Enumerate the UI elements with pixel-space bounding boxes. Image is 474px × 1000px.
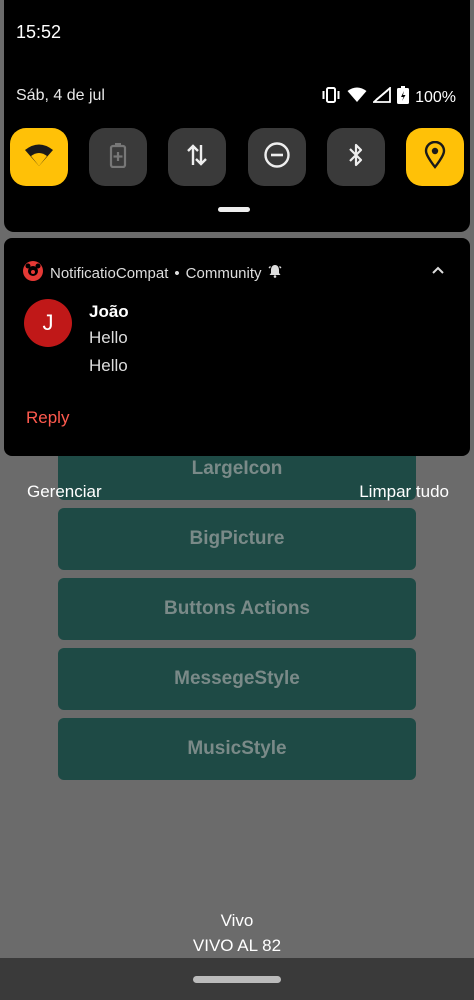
wifi-status-icon: [347, 87, 367, 108]
location-icon: [424, 140, 446, 174]
sender-name: João: [89, 302, 129, 321]
app-icon: [22, 260, 44, 286]
data-arrows-icon: [185, 142, 209, 173]
location-tile[interactable]: [405, 128, 464, 186]
dnd-tile[interactable]: [247, 128, 306, 186]
clear-all-button[interactable]: Limpar tudo: [359, 482, 449, 502]
home-gesture-pill[interactable]: [193, 976, 281, 983]
status-icons: 100%: [321, 86, 456, 109]
musicstyle-button[interactable]: MusicStyle: [58, 718, 416, 780]
mobile-data-tile[interactable]: [168, 128, 227, 186]
battery-percent: 100%: [415, 88, 456, 106]
alert-bell-icon: [268, 264, 282, 282]
notification-header: NotificatioCompat • Community: [22, 260, 282, 286]
message-text: Hello: [89, 328, 128, 347]
carrier-name: Vivo: [220, 911, 254, 930]
date-label: Sáb, 4 de jul: [16, 87, 105, 104]
clock: 15:52: [16, 22, 62, 42]
collapse-chevron-icon[interactable]: [430, 262, 446, 283]
channel-name: Community: [185, 264, 262, 282]
app-name: NotificatioCompat: [50, 264, 169, 282]
panel-drag-handle[interactable]: [218, 207, 250, 212]
wifi-tile[interactable]: [10, 128, 68, 186]
signal-icon: [371, 86, 391, 108]
header-separator: •: [174, 264, 180, 282]
reply-button[interactable]: Reply: [26, 408, 69, 428]
battery-icon: [109, 142, 127, 173]
quick-tiles-row: [10, 128, 464, 186]
buttons-actions-button[interactable]: Buttons Actions: [58, 578, 416, 640]
battery-icon: [397, 86, 410, 109]
message-text: Hello: [89, 356, 128, 375]
messegestyle-button[interactable]: MessegeStyle: [58, 648, 416, 710]
minus-circle-icon: [263, 141, 291, 174]
quick-settings-panel: [4, 0, 470, 232]
avatar: J: [24, 299, 72, 347]
bluetooth-tile[interactable]: [326, 128, 385, 186]
carrier-network: VIVO AL 82: [192, 936, 282, 955]
battery-saver-tile[interactable]: [89, 128, 148, 186]
wifi-icon: [23, 142, 55, 173]
vibrate-icon: [321, 87, 341, 108]
bluetooth-icon: [346, 141, 366, 174]
manage-button[interactable]: Gerenciar: [27, 482, 102, 502]
bigpicture-button[interactable]: BigPicture: [58, 508, 416, 570]
